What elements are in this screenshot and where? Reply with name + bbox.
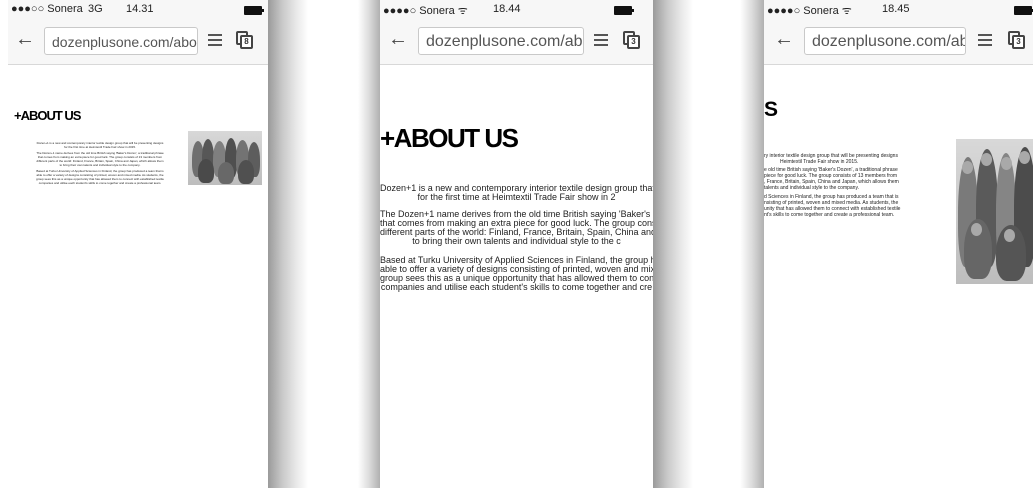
clock-label: 14.31 <box>126 3 154 15</box>
browser-toolbar: ← dozenplusone.com/abo 3 <box>764 20 1033 65</box>
intro-paragraph: ry interior textile design group that wi… <box>764 153 898 165</box>
clock-label: 18.44 <box>493 3 521 15</box>
phone-shadow <box>268 0 308 488</box>
university-paragraph: d Sciences in Finland, the group has pro… <box>764 194 901 218</box>
network-label: 3G <box>88 3 103 15</box>
browser-toolbar: ← dozenplusone.com/abo 8 <box>8 20 268 65</box>
clock-label: 18.45 <box>882 3 910 15</box>
menu-icon[interactable] <box>594 34 608 46</box>
address-bar[interactable]: dozenplusone.com/abo <box>44 27 198 55</box>
phone-screen-3: ●●●●○ Sonera ᯤ 18.45 ← dozenplusone.com/… <box>764 0 1033 488</box>
page-heading: +ABOUT US <box>14 108 81 123</box>
tabs-icon[interactable]: 3 <box>623 31 640 49</box>
browser-toolbar: ← dozenplusone.com/abo 3 <box>380 20 653 65</box>
menu-icon[interactable] <box>208 34 222 46</box>
status-bar: ●●●○○ Sonera 3G 14.31 <box>8 0 268 20</box>
status-bar: ●●●●○ Sonera ᯤ 18.45 <box>764 0 1033 20</box>
menu-icon[interactable] <box>978 34 992 46</box>
status-bar: ●●●●○ Sonera ᯤ 18.44 <box>380 0 653 20</box>
carrier-label: ●●●●○ Sonera ᯤ <box>383 5 468 17</box>
tabs-icon[interactable]: 3 <box>1008 31 1025 49</box>
phone-shadow <box>653 0 693 488</box>
university-paragraph: Based at Turku University of Applied Sci… <box>380 256 653 292</box>
name-paragraph: e old time British saying 'Baker's Dozen… <box>764 167 899 191</box>
battery-icon <box>614 6 634 15</box>
phone-shadow <box>740 0 764 488</box>
intro-paragraph: Dozen+1 is a new and contemporary interi… <box>380 184 653 202</box>
phone-screen-2: ●●●●○ Sonera ᯤ 18.44 ← dozenplusone.com/… <box>380 0 653 488</box>
name-paragraph: The Dozen+1 name derives from the old ti… <box>36 151 164 167</box>
battery-icon <box>1014 6 1033 15</box>
tab-count: 8 <box>240 35 253 49</box>
phone-screen-1: ●●●○○ Sonera 3G 14.31 ← dozenplusone.com… <box>8 0 268 488</box>
name-paragraph: The Dozen+1 name derives from the old ti… <box>380 210 653 246</box>
address-bar[interactable]: dozenplusone.com/abo <box>418 27 584 55</box>
tabs-icon[interactable]: 8 <box>236 31 253 49</box>
carrier-label: ●●●○○ Sonera <box>11 3 83 15</box>
carrier-label: ●●●●○ Sonera ᯤ <box>767 5 852 17</box>
back-arrow-icon[interactable]: ← <box>15 29 35 49</box>
page-heading: +ABOUT US <box>380 123 519 153</box>
page-heading: S <box>764 98 778 121</box>
back-arrow-icon[interactable]: ← <box>774 29 794 49</box>
address-bar[interactable]: dozenplusone.com/abo <box>804 27 966 55</box>
group-photo <box>956 139 1033 284</box>
intro-paragraph: Dozen+1 is a new and contemporary interi… <box>36 141 164 149</box>
tab-count: 3 <box>627 35 640 49</box>
university-paragraph: Based at Turku University of Applied Sci… <box>36 169 164 185</box>
battery-icon <box>244 6 264 15</box>
back-arrow-icon[interactable]: ← <box>388 29 408 49</box>
phone-shadow <box>358 0 380 488</box>
tab-count: 3 <box>1012 35 1025 49</box>
group-photo <box>188 131 262 185</box>
